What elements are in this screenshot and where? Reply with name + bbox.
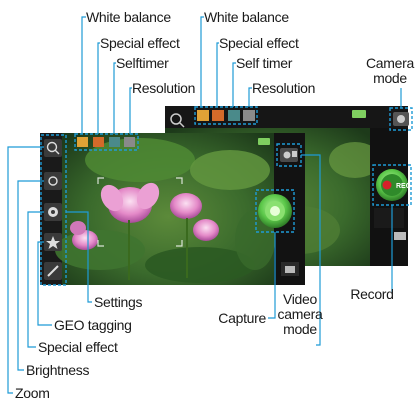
magnifier-icon[interactable] bbox=[44, 139, 62, 157]
label-geo-tagging: GEO tagging bbox=[54, 317, 132, 333]
label-selftimer: Selftimer bbox=[116, 55, 169, 71]
label-special-effect-front: Special effect bbox=[100, 35, 180, 51]
effect-icon[interactable] bbox=[44, 203, 62, 221]
capture-button[interactable] bbox=[258, 194, 292, 228]
label-capture: Capture bbox=[218, 310, 266, 326]
camera-icon[interactable] bbox=[393, 112, 409, 126]
label-self-timer: Self timer bbox=[236, 55, 293, 71]
star-icon[interactable] bbox=[44, 233, 62, 251]
label-resolution-back: Resolution bbox=[252, 80, 316, 96]
label-record: Record bbox=[350, 286, 394, 302]
label-resolution-front: Resolution bbox=[132, 80, 196, 96]
front-gallery-glyph bbox=[285, 266, 295, 273]
label-special-effect-back: Special effect bbox=[219, 35, 299, 51]
label-white-balance-front: White balance bbox=[86, 9, 171, 25]
svg-text:REC: REC bbox=[396, 183, 411, 190]
video-camera-icon[interactable] bbox=[280, 148, 298, 162]
label-camera-mode: Camera mode bbox=[366, 55, 414, 86]
label-white-balance-back: White balance bbox=[204, 9, 289, 25]
wrench-icon[interactable] bbox=[44, 262, 62, 280]
sun-icon[interactable] bbox=[44, 172, 62, 190]
label-brightness: Brightness bbox=[26, 362, 90, 378]
gallery-icon[interactable] bbox=[394, 232, 406, 240]
label-special-effect-left: Special effect bbox=[38, 339, 118, 355]
label-settings: Settings bbox=[94, 294, 143, 310]
label-zoom: Zoom bbox=[15, 385, 50, 401]
label-video-camera-mode: Video camera mode bbox=[277, 291, 323, 337]
